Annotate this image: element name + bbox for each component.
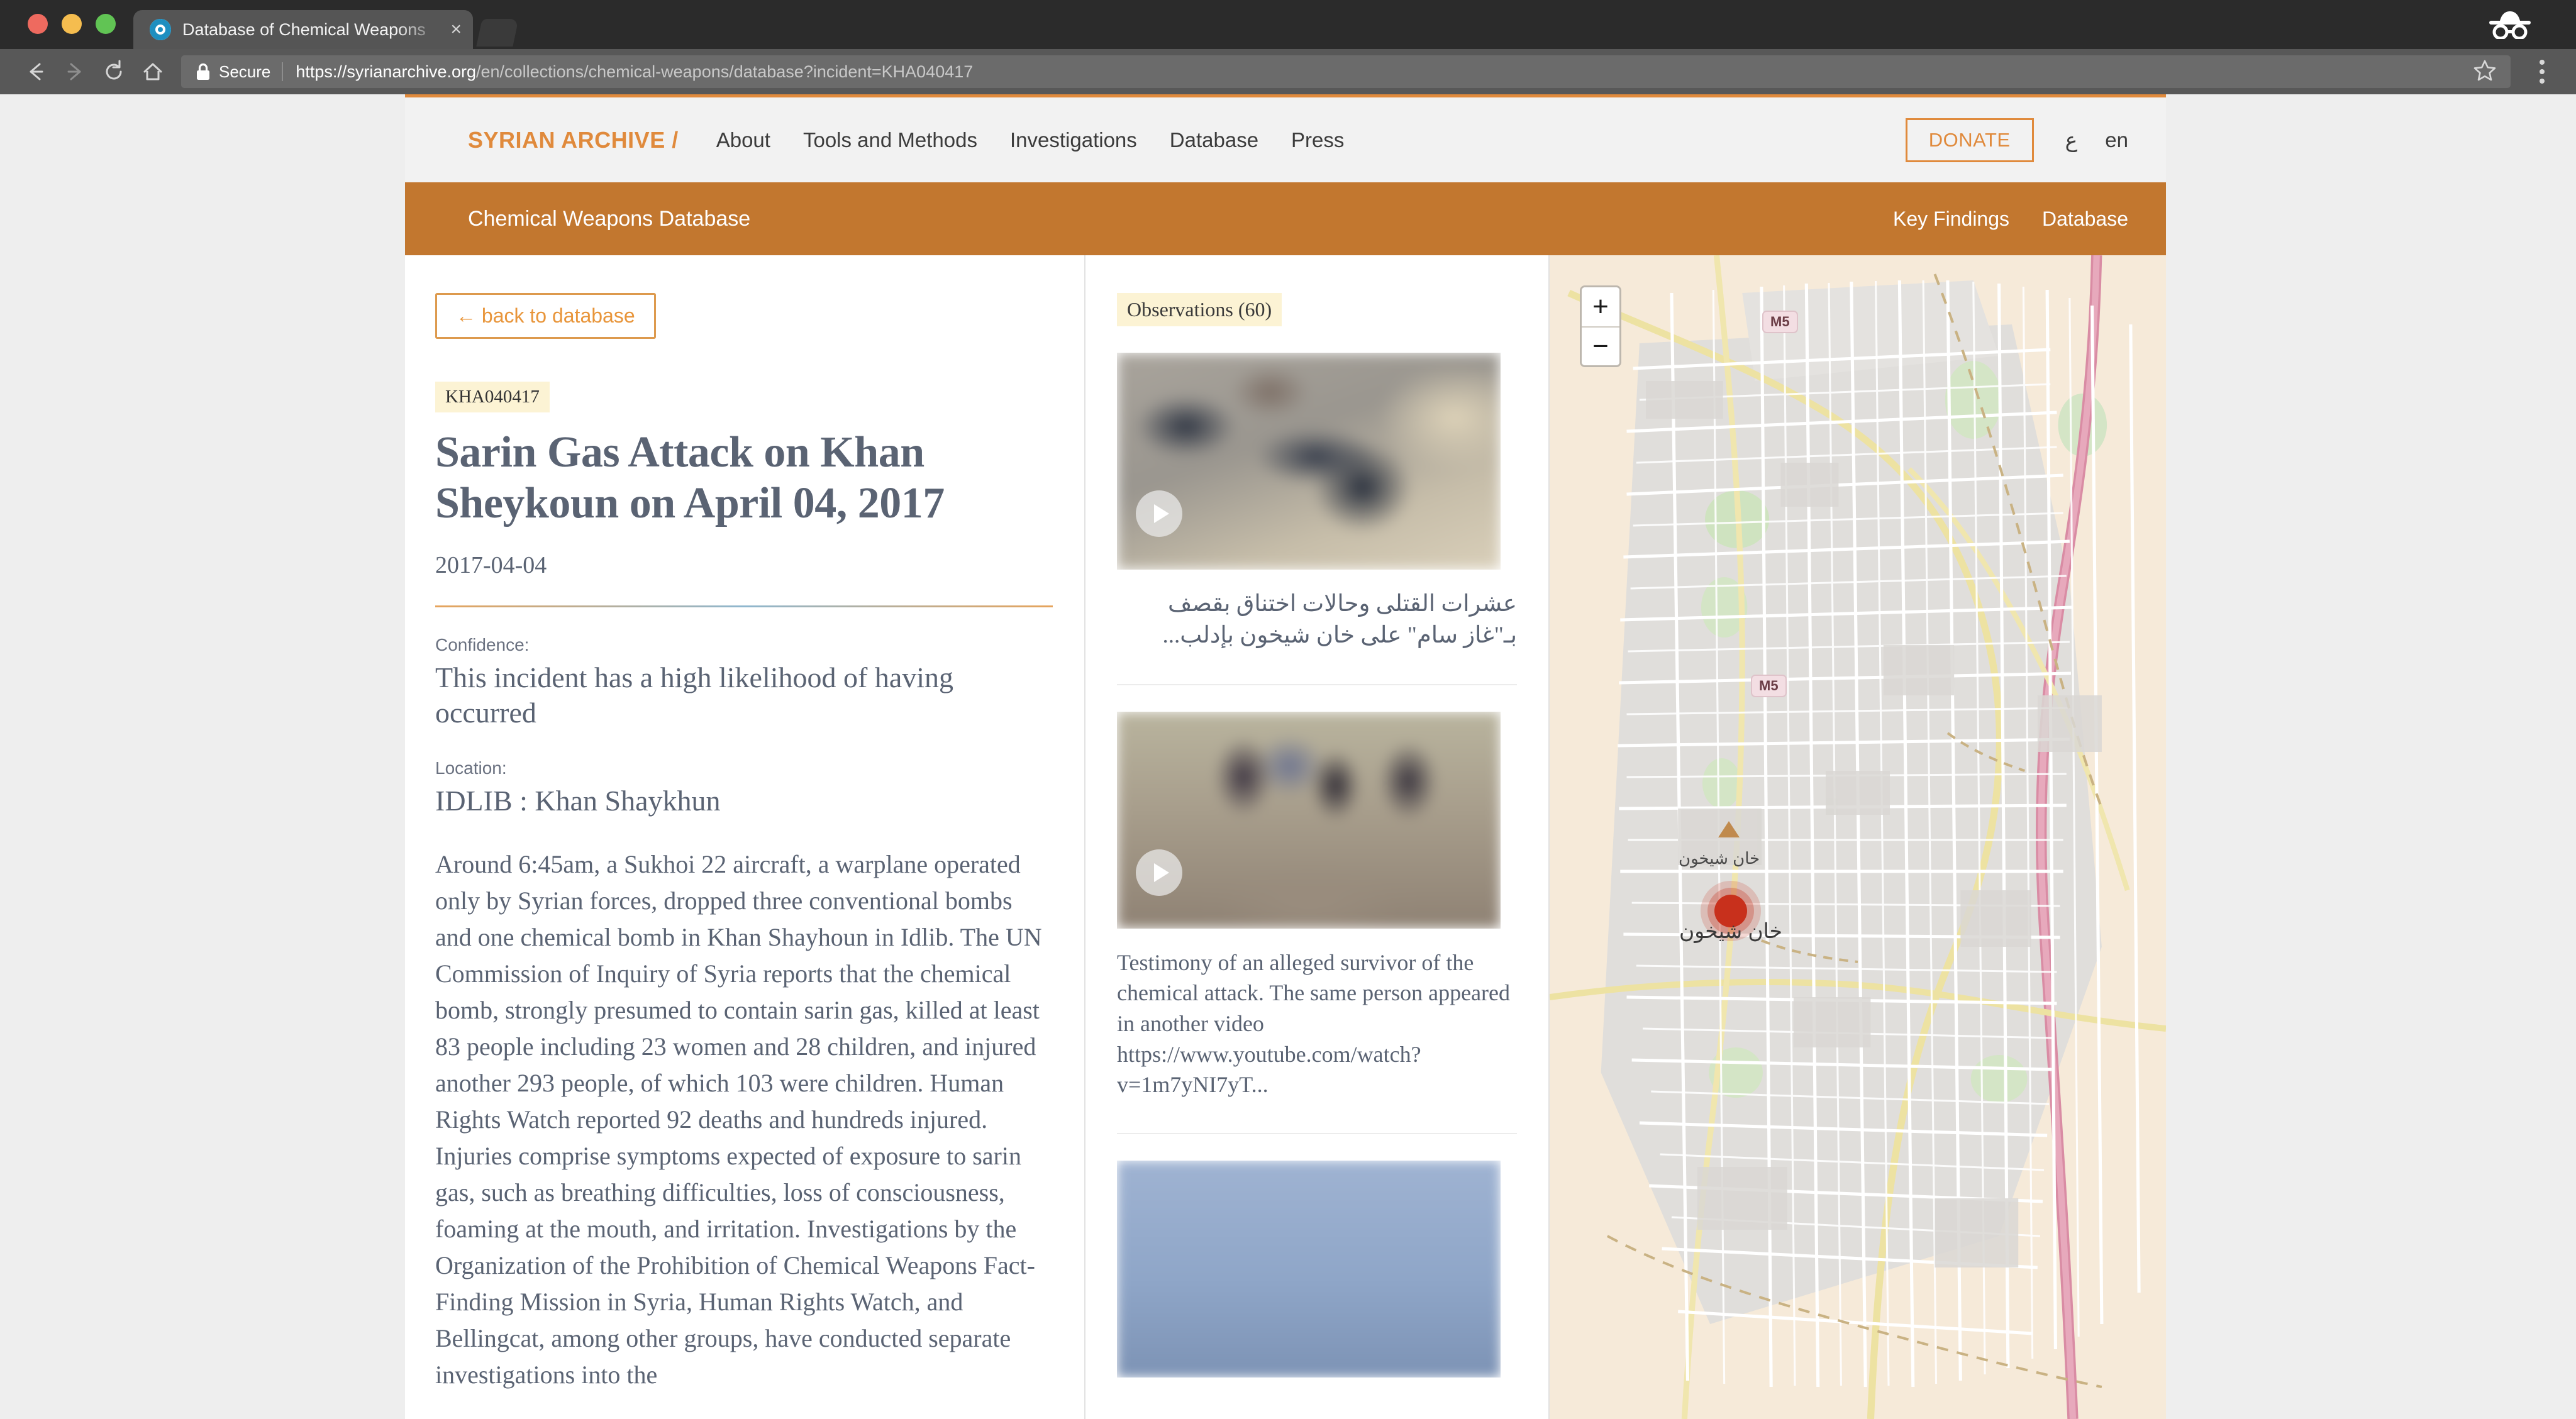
observations-header: Observations (60) <box>1117 293 1282 326</box>
incident-description: Around 6:45am, a Sukhoi 22 aircraft, a w… <box>435 850 1042 1389</box>
back-to-database-button[interactable]: ← back to database <box>435 293 656 339</box>
omnibox-divider <box>282 62 284 81</box>
maximize-window-button[interactable] <box>96 14 116 34</box>
nav-link-press[interactable]: Press <box>1291 128 1344 152</box>
confidence-label: Confidence: <box>435 635 530 654</box>
language-switcher: ع en <box>2065 128 2128 152</box>
nav-link-investigations[interactable]: Investigations <box>1010 128 1137 152</box>
incognito-icon <box>2483 9 2537 40</box>
observation-thumbnail[interactable] <box>1117 1160 1501 1378</box>
donate-button[interactable]: DONATE <box>1905 118 2034 162</box>
observation-image <box>1117 1160 1501 1378</box>
close-tab-icon[interactable]: × <box>450 20 462 39</box>
map-label-khan-shaykhun: خان شيخون <box>1679 919 1783 942</box>
mountain-peak-icon <box>1718 821 1740 837</box>
subnav-link-database[interactable]: Database <box>2042 207 2128 231</box>
site-container: SYRIAN ARCHIVE / About Tools and Methods… <box>405 94 2166 1419</box>
map-column[interactable]: + − خان شيخون خان شيخون M5 M5 <box>1550 255 2166 1419</box>
nav-link-tools-and-methods[interactable]: Tools and Methods <box>803 128 977 152</box>
collection-sub-nav: Chemical Weapons Database Key Findings D… <box>405 182 2166 255</box>
observation-item[interactable]: Testimony of an alleged survivor of the … <box>1117 683 1517 1100</box>
browser-window: Database of Chemical Weapons × Secure ht… <box>0 0 2576 1419</box>
play-icon[interactable] <box>1136 849 1182 896</box>
observation-item[interactable] <box>1117 1132 1517 1378</box>
nav-link-database[interactable]: Database <box>1170 128 1258 152</box>
observation-thumbnail[interactable] <box>1117 353 1501 570</box>
location-value: IDLIB : Khan Shaykhun <box>435 785 721 817</box>
browser-tab[interactable]: Database of Chemical Weapons × <box>133 10 473 49</box>
section-divider <box>435 605 1053 607</box>
observation-thumbnail[interactable] <box>1117 711 1501 929</box>
play-icon[interactable] <box>1136 490 1182 537</box>
observations-column: Observations (60) عشرات القتلى وحالات اخ… <box>1084 255 1550 1419</box>
sub-nav-links: Key Findings Database <box>1893 207 2128 231</box>
observation-caption: Testimony of an alleged survivor of the … <box>1117 949 1511 1098</box>
confidence-value: This incident has a high likelihood of h… <box>435 661 954 729</box>
browser-titlebar: Database of Chemical Weapons × <box>0 0 2576 49</box>
lock-icon <box>195 62 211 81</box>
tab-title: Database of Chemical Weapons <box>182 19 426 39</box>
content-columns: ← back to database KHA040417 Sarin Gas A… <box>405 255 2166 1419</box>
incident-detail-column: ← back to database KHA040417 Sarin Gas A… <box>405 255 1084 1419</box>
page-viewport: SYRIAN ARCHIVE / About Tools and Methods… <box>0 94 2576 1419</box>
lang-arabic[interactable]: ع <box>2065 128 2078 152</box>
site-logo[interactable]: SYRIAN ARCHIVE / <box>468 127 679 153</box>
window-traffic-lights <box>0 14 116 49</box>
nav-link-about[interactable]: About <box>716 128 770 152</box>
map-label-khan-shaykhun-upper: خان شيخون <box>1679 849 1760 868</box>
forward-button[interactable] <box>55 52 94 91</box>
url-text: https://syrianarchive.org/en/collections… <box>296 62 973 82</box>
bookmark-star-icon[interactable] <box>2473 58 2497 86</box>
secure-label: Secure <box>219 62 271 81</box>
url-path: /en/collections/chemical-weapons/databas… <box>476 62 974 81</box>
main-nav-links: About Tools and Methods Investigations D… <box>716 128 1345 152</box>
page-right-gutter <box>2166 94 2576 1419</box>
incident-date: 2017-04-04 <box>435 552 547 578</box>
browser-menu-button[interactable] <box>2524 60 2560 84</box>
map-zoom-in-button[interactable]: + <box>1582 287 1619 326</box>
incident-title: Sarin Gas Attack on Khan Sheykoun on Apr… <box>435 428 945 527</box>
reload-button[interactable] <box>94 52 133 91</box>
subnav-link-key-findings[interactable]: Key Findings <box>1893 207 2009 231</box>
observation-image <box>1117 711 1501 929</box>
observation-item[interactable]: عشرات القتلى وحالات اختناق بقصف بـ"غاز س… <box>1117 326 1517 651</box>
main-nav-right: DONATE ع en <box>1905 118 2128 162</box>
observation-image <box>1117 353 1501 570</box>
home-button[interactable] <box>133 52 172 91</box>
back-button[interactable] <box>16 52 55 91</box>
new-tab-button[interactable] <box>476 19 519 47</box>
url-host: https://syrianarchive.org <box>296 62 477 81</box>
favicon-icon <box>150 19 171 40</box>
map-zoom-controls[interactable]: + − <box>1580 285 1621 367</box>
browser-toolbar: Secure https://syrianarchive.org/en/coll… <box>0 49 2576 94</box>
location-label: Location: <box>435 758 507 778</box>
incident-id-badge: KHA040417 <box>435 382 550 412</box>
minimize-window-button[interactable] <box>62 14 82 34</box>
highway-shield-m5-north: M5 <box>1762 311 1798 333</box>
address-bar[interactable]: Secure https://syrianarchive.org/en/coll… <box>181 55 2511 88</box>
close-window-button[interactable] <box>28 14 48 34</box>
lang-english[interactable]: en <box>2105 128 2128 152</box>
highway-shield-m5-south: M5 <box>1751 675 1787 697</box>
site-main-nav: SYRIAN ARCHIVE / About Tools and Methods… <box>405 94 2166 182</box>
map-canvas[interactable]: + − خان شيخون خان شيخون M5 M5 <box>1550 255 2166 1419</box>
observation-caption: عشرات القتلى وحالات اختناق بقصف بـ"غاز س… <box>1162 591 1518 648</box>
collection-title: Chemical Weapons Database <box>468 206 751 231</box>
map-zoom-out-button[interactable]: − <box>1582 326 1619 365</box>
